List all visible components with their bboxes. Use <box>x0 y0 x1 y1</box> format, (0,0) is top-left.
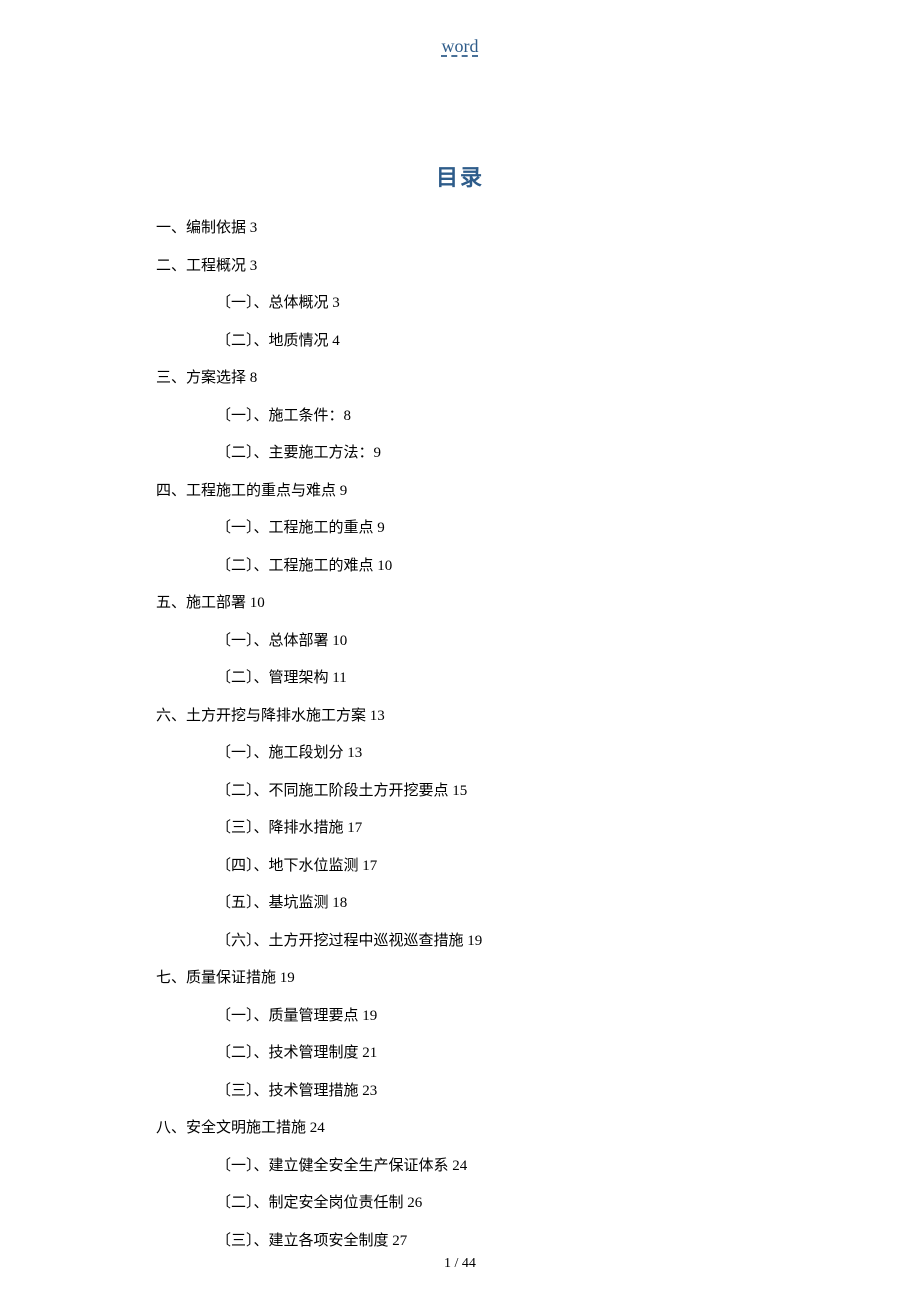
toc-item: 〔二〕、制定安全岗位责任制 26 <box>156 1185 776 1223</box>
toc-item: 〔四〕、地下水位监测 17 <box>156 848 776 886</box>
toc-item: 〔二〕、技术管理制度 21 <box>156 1035 776 1073</box>
toc-item: 〔六〕、土方开挖过程中巡视巡查措施 19 <box>156 923 776 961</box>
toc-item: 〔三〕、降排水措施 17 <box>156 810 776 848</box>
toc-item: 〔一〕、质量管理要点 19 <box>156 998 776 1036</box>
toc-item: 〔二〕、地质情况 4 <box>156 323 776 361</box>
toc-item: 七、质量保证措施 19 <box>156 960 776 998</box>
toc-item: 〔二〕、主要施工方法：9 <box>156 435 776 473</box>
header-link[interactable]: word <box>0 36 920 57</box>
toc-item: 〔一〕、施工段划分 13 <box>156 735 776 773</box>
toc-item: 〔三〕、建立各项安全制度 27 <box>156 1223 776 1261</box>
toc-item: 〔二〕、不同施工阶段土方开挖要点 15 <box>156 773 776 811</box>
toc-item: 〔二〕、管理架构 11 <box>156 660 776 698</box>
toc-item: 〔五〕、基坑监测 18 <box>156 885 776 923</box>
page-number: 1 / 44 <box>0 1256 920 1272</box>
toc-item: 〔一〕、建立健全安全生产保证体系 24 <box>156 1148 776 1186</box>
toc-content: 一、编制依据 3 二、工程概况 3 〔一〕、总体概况 3 〔二〕、地质情况 4 … <box>156 210 776 1260</box>
toc-item: 三、方案选择 8 <box>156 360 776 398</box>
toc-item: 八、安全文明施工措施 24 <box>156 1110 776 1148</box>
toc-item: 二、工程概况 3 <box>156 248 776 286</box>
toc-item: 〔一〕、总体部署 10 <box>156 623 776 661</box>
toc-item: 〔三〕、技术管理措施 23 <box>156 1073 776 1111</box>
toc-item: 〔一〕、工程施工的重点 9 <box>156 510 776 548</box>
toc-item: 〔一〕、施工条件：8 <box>156 398 776 436</box>
toc-item: 四、工程施工的重点与难点 9 <box>156 473 776 511</box>
toc-item: 〔一〕、总体概况 3 <box>156 285 776 323</box>
toc-item: 六、土方开挖与降排水施工方案 13 <box>156 698 776 736</box>
toc-title: 目录 <box>0 160 920 192</box>
toc-item: 五、施工部署 10 <box>156 585 776 623</box>
toc-item: 一、编制依据 3 <box>156 210 776 248</box>
toc-item: 〔二〕、工程施工的难点 10 <box>156 548 776 586</box>
